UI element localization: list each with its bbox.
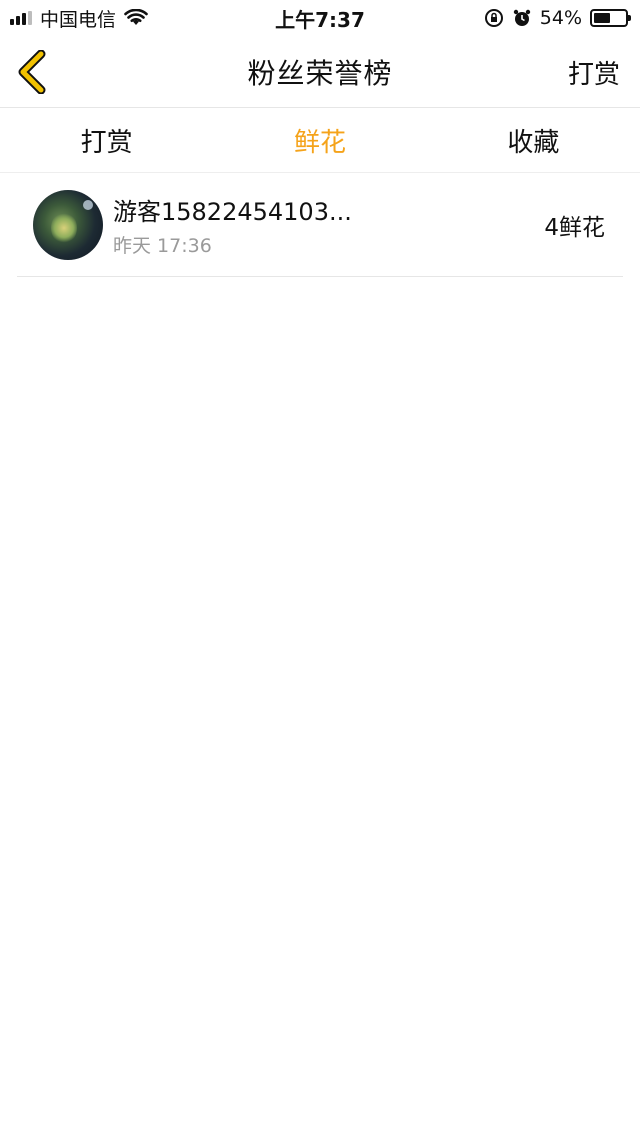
item-time: 昨天 17:36 xyxy=(113,235,212,257)
item-name: 游客15822454103... xyxy=(113,198,352,226)
item-text: 游客15822454103... 昨天 17:36 xyxy=(113,192,352,258)
back-button[interactable] xyxy=(12,50,52,94)
list-item[interactable]: 游客15822454103... 昨天 17:36 4鲜花 xyxy=(17,174,623,277)
item-flower-count: 4鲜花 xyxy=(544,215,605,241)
tab-reward[interactable]: 打赏 xyxy=(0,122,213,159)
tab-favorites[interactable]: 收藏 xyxy=(427,122,640,159)
battery-percent: 54% xyxy=(539,7,582,29)
tab-flowers[interactable]: 鲜花 xyxy=(213,122,426,159)
signal-icon xyxy=(10,11,32,25)
back-chevron-icon xyxy=(18,50,46,94)
fan-list: 游客15822454103... 昨天 17:36 4鲜花 xyxy=(0,174,640,277)
status-bar: 中国电信 上午7:37 54% xyxy=(0,0,640,36)
battery-icon xyxy=(590,9,631,27)
page-title: 粉丝荣誉榜 xyxy=(247,56,393,90)
nav-bar: 粉丝荣誉榜 打赏 xyxy=(0,36,640,108)
tab-bar: 打赏 鲜花 收藏 xyxy=(0,109,640,173)
reward-button[interactable]: 打赏 xyxy=(568,54,620,91)
battery-fill xyxy=(594,13,611,23)
alarm-icon xyxy=(513,9,530,26)
status-left: 中国电信 xyxy=(10,5,148,32)
orientation-lock-icon xyxy=(484,9,503,27)
carrier-label: 中国电信 xyxy=(40,8,117,31)
wifi-icon xyxy=(124,9,148,25)
avatar xyxy=(33,190,103,260)
status-right: 54% xyxy=(484,7,631,29)
